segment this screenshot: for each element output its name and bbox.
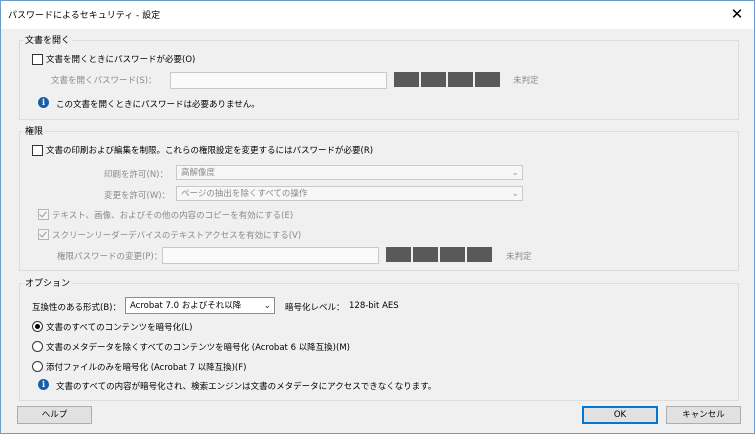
changes-allowed-value: ページの抽出を除くすべての操作 bbox=[181, 189, 308, 199]
encrypt-attachments-label: 添付ファイルのみを暗号化 (Acrobat 7 以降互換)(F) bbox=[46, 363, 247, 373]
enable-copy-checkbox[interactable] bbox=[38, 209, 49, 220]
help-button[interactable]: ヘルプ bbox=[17, 406, 92, 424]
open-password-strength-meter bbox=[394, 72, 500, 87]
permissions-group-label: 権限 bbox=[23, 124, 46, 137]
strength-segment bbox=[386, 247, 411, 262]
open-password-input[interactable] bbox=[170, 72, 387, 89]
enable-screenreader-checkbox[interactable] bbox=[38, 229, 49, 240]
require-open-password-label: 文書を開くときにパスワードが必要(O) bbox=[46, 55, 196, 65]
encryption-level-label: 暗号化レベル： bbox=[285, 303, 345, 313]
strength-segment bbox=[475, 72, 500, 87]
strength-segment bbox=[467, 247, 492, 262]
ok-button[interactable]: OK bbox=[582, 406, 658, 424]
restrict-editing-label: 文書の印刷および編集を制限。これらの権限設定を変更するにはパスワードが必要(R) bbox=[46, 146, 374, 156]
open-password-strength-label: 未判定 bbox=[513, 76, 539, 86]
compatibility-select[interactable]: Acrobat 7.0 およびそれ以降 ⌄ bbox=[125, 297, 275, 314]
dialog-window: パスワードによるセキュリティ - 設定 ✕ 文書を開く 文書を開くときにパスワー… bbox=[0, 0, 755, 434]
window-title: パスワードによるセキュリティ - 設定 bbox=[8, 11, 161, 21]
chevron-down-icon: ⌄ bbox=[263, 301, 271, 311]
encrypt-attachments-radio[interactable] bbox=[32, 361, 43, 372]
print-allowed-value: 高解像度 bbox=[181, 168, 216, 178]
enable-screenreader-label: スクリーンリーダーデバイスのテキストアクセスを有効にする(V) bbox=[52, 231, 302, 241]
print-allowed-select[interactable]: 高解像度 ⌄ bbox=[176, 165, 523, 180]
cancel-button[interactable]: キャンセル bbox=[666, 406, 741, 424]
changes-allowed-select[interactable]: ページの抽出を除くすべての操作 ⌄ bbox=[176, 186, 523, 201]
options-info-text: 文書のすべての内容が暗号化され、検索エンジンは文書のメタデータにアクセスできなく… bbox=[56, 382, 437, 392]
require-open-password-checkbox[interactable] bbox=[32, 54, 43, 65]
info-icon: i bbox=[38, 97, 49, 108]
compatibility-value: Acrobat 7.0 およびそれ以降 bbox=[130, 301, 242, 311]
encrypt-all-radio[interactable] bbox=[32, 321, 43, 332]
permissions-password-strength-label: 未判定 bbox=[506, 252, 532, 262]
strength-segment bbox=[421, 72, 446, 87]
close-icon[interactable]: ✕ bbox=[728, 5, 746, 23]
permissions-password-input[interactable] bbox=[162, 247, 379, 264]
title-bar: パスワードによるセキュリティ - 設定 ✕ bbox=[1, 1, 754, 29]
changes-allowed-label: 変更を許可(W)： bbox=[104, 191, 171, 201]
print-allowed-label: 印刷を許可(N)： bbox=[104, 170, 168, 180]
open-doc-group-label: 文書を開く bbox=[23, 33, 73, 46]
strength-segment bbox=[448, 72, 473, 87]
strength-segment bbox=[394, 72, 419, 87]
restrict-editing-checkbox[interactable] bbox=[32, 145, 43, 156]
permissions-password-label: 権限パスワードの変更(P)： bbox=[57, 252, 163, 262]
info-icon: i bbox=[38, 379, 49, 390]
encryption-level-value: 128-bit AES bbox=[349, 301, 399, 311]
strength-segment bbox=[413, 247, 438, 262]
open-password-label: 文書を開くパスワード(S)： bbox=[51, 76, 157, 86]
chevron-down-icon: ⌄ bbox=[511, 189, 519, 199]
chevron-down-icon: ⌄ bbox=[511, 168, 519, 178]
compatibility-label: 互換性のある形式(B)： bbox=[32, 303, 121, 313]
permissions-password-strength-meter bbox=[386, 247, 492, 262]
options-group-label: オプション bbox=[23, 276, 73, 289]
enable-copy-label: テキスト、画像、およびその他の内容のコピーを有効にする(E) bbox=[52, 211, 294, 221]
strength-segment bbox=[440, 247, 465, 262]
encrypt-all-label: 文書のすべてのコンテンツを暗号化(L) bbox=[46, 323, 193, 333]
encrypt-except-metadata-radio[interactable] bbox=[32, 341, 43, 352]
open-doc-info-text: この文書を開くときにパスワードは必要ありません。 bbox=[56, 100, 260, 110]
encrypt-except-metadata-label: 文書のメタデータを除くすべてのコンテンツを暗号化 (Acrobat 6 以降互換… bbox=[46, 343, 350, 353]
